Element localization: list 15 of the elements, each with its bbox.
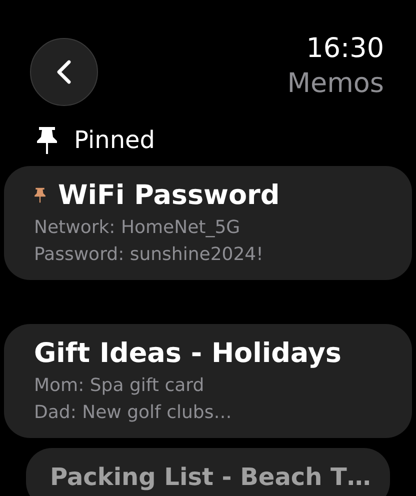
memo-preview-line: Mom: Spa gift card xyxy=(34,374,206,398)
memo-card[interactable]: Gift Ideas - Holidays Mom: Spa gift card Dad: New golf clubs… xyxy=(4,324,412,438)
memo-preview-line: Dad: New golf clubs… xyxy=(34,401,233,425)
clock-time: 16:30 xyxy=(306,34,384,64)
memo-preview-line: Network: HomeNet_5G xyxy=(34,216,242,240)
memo-preview-line: Password: sunshine2024! xyxy=(34,243,264,267)
pin-icon xyxy=(36,126,58,154)
memo-card[interactable]: WiFi Password Network: HomeNet_5G Password: sunshine2024! xyxy=(4,166,412,280)
chevron-left-icon xyxy=(56,59,72,85)
memo-title: Packing List - Beach T… xyxy=(50,463,371,491)
memo-title: Gift Ideas - Holidays xyxy=(34,338,342,368)
memo-card[interactable]: Packing List - Beach T… xyxy=(26,448,390,496)
section-heading: Pinned xyxy=(74,126,156,154)
app-title: Memos xyxy=(287,67,384,101)
memo-title: WiFi Password xyxy=(58,180,280,210)
